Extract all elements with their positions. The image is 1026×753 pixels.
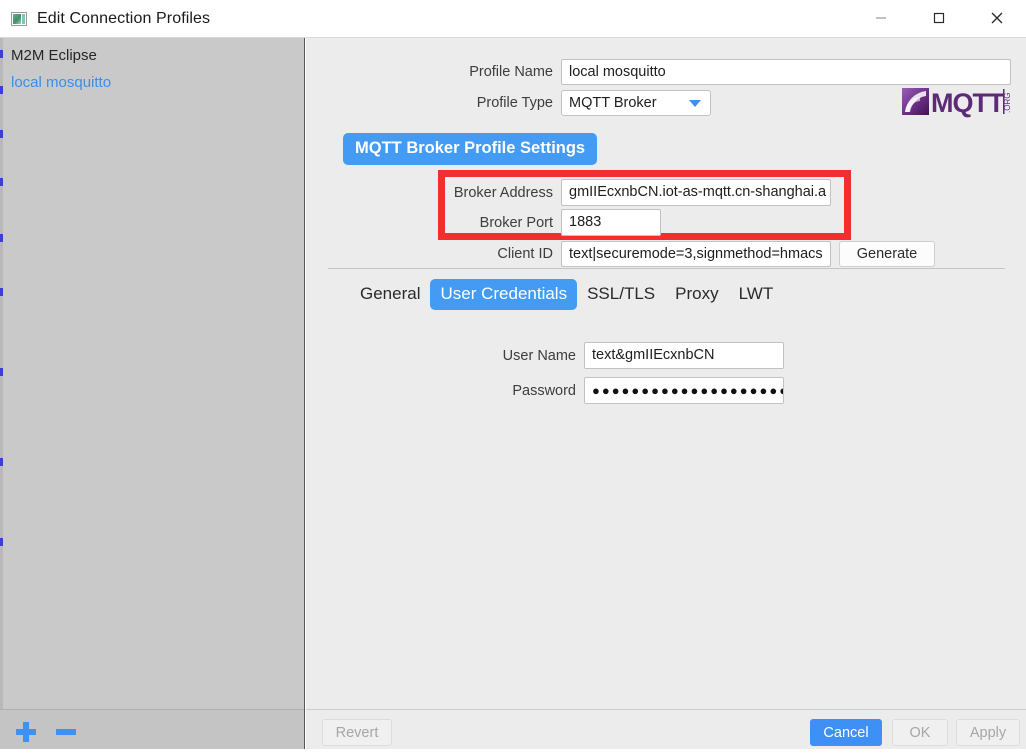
title-bar: Edit Connection Profiles — [0, 0, 1026, 38]
close-button[interactable] — [968, 0, 1026, 37]
profile-type-label: Profile Type — [476, 95, 553, 111]
sidebar-item-m2m-eclipse[interactable]: M2M Eclipse — [0, 42, 304, 69]
profile-name-label: Profile Name — [469, 64, 553, 80]
sidebar-scroll-track[interactable] — [0, 38, 3, 710]
mqtt-logo-icon: MQTT .ORG — [902, 88, 1012, 118]
password-label: Password — [512, 382, 576, 399]
profile-name-input[interactable]: local mosquitto — [561, 59, 1011, 85]
broker-port-row: Broker Port 1883 — [453, 209, 661, 236]
dialog-footer: Revert Cancel OK Apply — [306, 709, 1026, 753]
window-controls — [852, 0, 1026, 38]
minimize-icon — [876, 17, 886, 19]
close-icon — [991, 12, 1003, 24]
sidebar-item-local-mosquitto[interactable]: local mosquitto — [0, 69, 304, 96]
remove-profile-button[interactable] — [53, 719, 79, 745]
minus-icon — [56, 728, 76, 735]
profile-type-value: MQTT Broker — [569, 95, 657, 111]
window-title: Edit Connection Profiles — [37, 9, 211, 27]
user-name-input[interactable]: text&gmIIEcxnbCN — [584, 342, 784, 369]
minimize-button[interactable] — [852, 0, 910, 37]
maximize-button[interactable] — [910, 0, 968, 37]
settings-tabbar: General User Credentials SSL/TLS Proxy L… — [350, 279, 783, 310]
password-row: Password ●●●●●●●●●●●●●●●●●●●●● — [486, 377, 784, 404]
client-id-row: Client ID text|securemode=3,signmethod=h… — [453, 241, 935, 267]
add-profile-button[interactable] — [13, 719, 39, 745]
tab-general[interactable]: General — [350, 279, 430, 310]
cancel-button[interactable]: Cancel — [810, 719, 882, 746]
tab-ssl-tls[interactable]: SSL/TLS — [577, 279, 665, 310]
profile-type-select[interactable]: MQTT Broker — [561, 90, 711, 116]
broker-address-row: Broker Address gmIIEcxnbCN.iot-as-mqtt.c… — [453, 179, 831, 206]
edit-connection-profiles-window: Edit Connection Profiles M2M Eclipse loc… — [0, 0, 1026, 753]
broker-address-label: Broker Address — [453, 184, 553, 201]
tab-user-credentials[interactable]: User Credentials — [430, 279, 578, 310]
user-name-label: User Name — [502, 347, 576, 364]
broker-port-label: Broker Port — [479, 214, 553, 231]
profile-name-row: Profile Name local mosquitto — [463, 59, 1016, 85]
chevron-down-icon — [689, 100, 701, 107]
broker-port-input[interactable]: 1883 — [561, 209, 661, 236]
window-bottom-edge — [0, 749, 1026, 753]
apply-button[interactable]: Apply — [956, 719, 1020, 746]
broker-address-input[interactable]: gmIIEcxnbCN.iot-as-mqtt.cn-shanghai.a — [561, 179, 831, 206]
section-title-mqtt-broker-profile-settings[interactable]: MQTT Broker Profile Settings — [343, 133, 598, 165]
profiles-sidebar: M2M Eclipse local mosquitto — [0, 38, 305, 753]
plus-icon — [16, 721, 36, 742]
generate-client-id-button[interactable]: Generate — [839, 241, 935, 267]
svg-text:MQTT: MQTT — [931, 88, 1005, 118]
svg-text:.ORG: .ORG — [1003, 93, 1012, 113]
profiles-list: M2M Eclipse local mosquitto — [0, 38, 304, 96]
client-id-label: Client ID — [497, 246, 553, 262]
profile-editor-panel: Profile Name local mosquitto Profile Typ… — [306, 38, 1026, 753]
app-window-icon — [11, 11, 27, 26]
mqtt-org-logo: MQTT .ORG — [902, 84, 1012, 120]
password-input[interactable]: ●●●●●●●●●●●●●●●●●●●●● — [584, 377, 784, 404]
profile-type-row: Profile Type MQTT Broker — [463, 90, 711, 116]
user-name-row: User Name text&gmIIEcxnbCN — [486, 342, 784, 369]
sidebar-item-label: M2M Eclipse — [11, 47, 97, 64]
section-divider — [328, 268, 1005, 269]
client-id-input[interactable]: text|securemode=3,signmethod=hmacs — [561, 241, 831, 267]
tab-lwt[interactable]: LWT — [729, 279, 784, 310]
ok-button[interactable]: OK — [892, 719, 948, 746]
sidebar-item-label: local mosquitto — [11, 74, 112, 91]
sidebar-footer-toolbar — [0, 709, 304, 753]
tab-proxy[interactable]: Proxy — [665, 279, 728, 310]
revert-button[interactable]: Revert — [322, 719, 392, 746]
maximize-icon — [933, 12, 945, 24]
